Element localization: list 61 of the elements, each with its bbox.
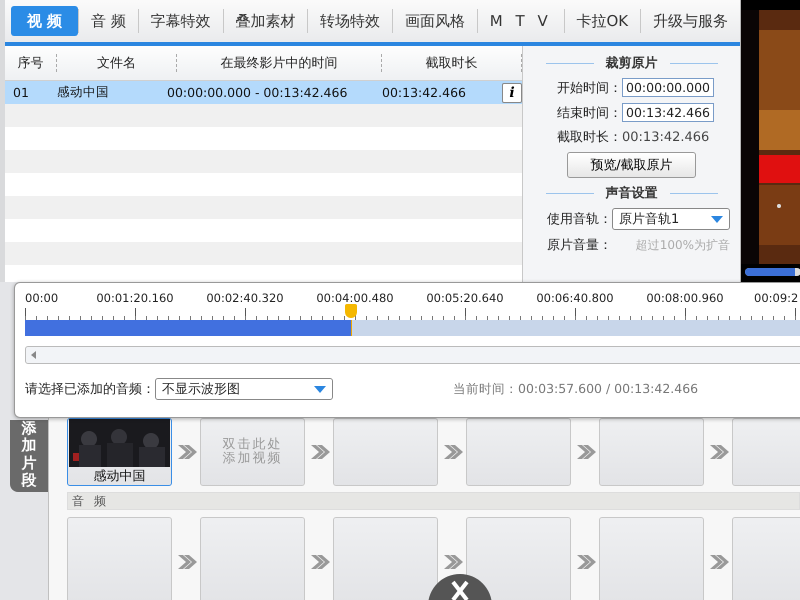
info-button[interactable]: i (502, 82, 522, 102)
column-header: 截取时长 (382, 54, 522, 72)
tab[interactable]: 卡拉OK (564, 6, 640, 36)
field-label: 结束时间： (557, 104, 622, 122)
time-label: 00:06:40.800 (535, 291, 615, 305)
time-label: 00:01:20.160 (95, 291, 175, 305)
table-cell-text: 感动中国 (57, 84, 110, 101)
clip-slot[interactable] (333, 517, 438, 600)
tab[interactable]: 画面风格 (393, 6, 477, 36)
field-label: 使用音轨： (547, 211, 612, 228)
clip-slot[interactable] (200, 517, 305, 600)
time-label: 00:09:2 (753, 291, 800, 305)
current-time: 当前时间：00:03:57.600 / 00:13:42.466 (453, 380, 698, 398)
time-label: 00:02:40.320 (205, 291, 285, 305)
clip-slot[interactable] (333, 418, 438, 486)
field-label: 截取时长： (557, 129, 622, 146)
volume-hint: 超过100%为扩音 (636, 236, 730, 254)
table-row[interactable]: 01 感动中国 00:00:00.000 - 00:13:42.466 00:13:42.466 i (5, 81, 522, 104)
tab[interactable]: 视 频 (11, 6, 78, 36)
section-title: 裁剪原片 (606, 54, 658, 72)
clip-label: 感动中国 (94, 468, 146, 485)
tab[interactable]: 音 频 (79, 6, 138, 36)
clip-slot[interactable] (466, 517, 571, 600)
dropdown-arrow-icon (711, 216, 723, 222)
column-header: 在最终影片中的时间 (177, 54, 382, 72)
tab[interactable]: 升级与服务 (640, 6, 740, 36)
clip-slot[interactable] (466, 418, 571, 486)
table-cell-text: 01 (12, 85, 30, 100)
playhead-handle[interactable] (344, 304, 357, 318)
add-video-hint: 双击此处 添加视频 (222, 438, 282, 466)
audio-select[interactable]: 不显示波形图 (155, 378, 333, 400)
time-label: 00:05:20.640 (425, 291, 505, 305)
duration-value: 00:13:42.466 (622, 130, 710, 144)
tab[interactable]: 字幕特效 (138, 6, 223, 36)
audio-track-label: 音 频 (67, 492, 800, 510)
field-label: 原片音量： (547, 237, 612, 254)
table-cell-text: 00:13:42.466 (382, 85, 467, 100)
column-header: 文件名 (57, 54, 177, 72)
tab[interactable]: 转场特效 (308, 6, 392, 36)
tab[interactable]: M T V (478, 6, 564, 36)
clip-slot[interactable] (599, 418, 704, 486)
field-label: 开始时间： (557, 80, 622, 96)
clip-slot[interactable] (599, 517, 704, 600)
time-label: 00:08:00.960 (645, 291, 725, 305)
time-field[interactable]: 00:13:42.466 (622, 103, 714, 122)
tab[interactable]: 叠加素材 (223, 6, 308, 36)
scissors-icon[interactable] (428, 574, 492, 600)
dropdown-arrow-icon (314, 386, 326, 392)
table-cell-text: 00:00:00.000 - 00:13:42.466 (167, 85, 348, 100)
video-clip[interactable]: 感动中国 (67, 418, 172, 486)
time-label: 00:00 (25, 291, 60, 305)
scrollbar[interactable] (25, 346, 800, 364)
preview-trim-button[interactable]: 预览/截取原片 (567, 152, 696, 178)
time-label: 00:04:00.480 (315, 291, 395, 305)
column-header: 序号 (5, 54, 57, 72)
audio-track-select[interactable]: 原片音轨1 (612, 208, 730, 230)
add-clip-tab[interactable]: 添加片段 (10, 420, 48, 492)
time-field[interactable]: 00:00:00.000 (622, 78, 714, 97)
clip-slot[interactable] (67, 517, 172, 600)
field-label: 请选择已添加的音频： (25, 381, 155, 398)
section-title: 声音设置 (606, 184, 658, 202)
